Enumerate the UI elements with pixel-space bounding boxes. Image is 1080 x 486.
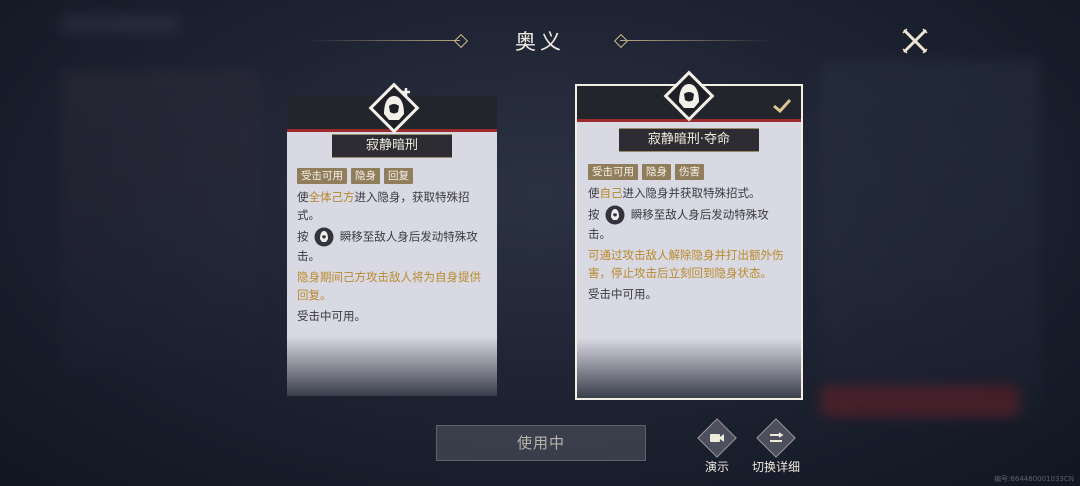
tag: 伤害: [675, 164, 704, 180]
skill-description: 使自己进入隐身并获取特殊招式。 按 瞬移至敌人身后发动特殊攻击。 可通过攻击敌人…: [588, 184, 790, 306]
video-icon: [710, 434, 724, 442]
watermark: 编号:664480001033CN: [994, 475, 1074, 483]
desc-line-3: 隐身期间己方攻击敌人将为自身提供回复。: [297, 270, 481, 302]
close-button[interactable]: [898, 24, 932, 58]
skill-name: 寂静暗刑·夺命: [619, 128, 759, 152]
skill-name: 寂静暗刑: [332, 134, 452, 158]
background-top-left: [60, 14, 180, 34]
desc-text: 进入隐身并获取特殊招式。: [622, 186, 761, 200]
title-line-right: [620, 40, 770, 41]
tag-list: 受击可用 隐身 回复: [297, 168, 413, 184]
hooded-figure-icon: [368, 82, 420, 134]
card-fade: [287, 336, 497, 396]
switch-detail-label: 切换详细: [751, 460, 800, 474]
background-red-bar: [820, 385, 1020, 417]
desc-line-1: 使全体己方进入隐身，获取特殊招式。: [297, 188, 489, 224]
desc-text: 使: [297, 190, 309, 204]
switch-diamond: [756, 418, 796, 458]
page-title: 奥义: [515, 30, 565, 54]
desc-highlight: 全体己方: [308, 190, 355, 204]
desc-text: 按: [588, 207, 600, 222]
desc-line-4: 受击中可用。: [297, 309, 366, 323]
tag-list: 受击可用 隐身 伤害: [588, 164, 704, 180]
background-right-panel: [820, 60, 1040, 420]
tag: 受击可用: [297, 168, 347, 184]
close-icon: [902, 28, 928, 54]
skill-button-icon: [314, 227, 334, 247]
tag: 隐身: [351, 168, 380, 184]
background-left-panel: [60, 70, 260, 370]
demo-diamond: [697, 418, 737, 458]
in-use-button[interactable]: 使用中: [436, 425, 646, 461]
desc-line-4: 受击中可用。: [588, 287, 657, 301]
switch-detail-icon: [770, 432, 784, 442]
desc-highlight: 自己: [599, 186, 623, 200]
skill-button-icon: [605, 205, 625, 225]
desc-line-2: 按 瞬移至敌人身后发动特殊攻击。: [297, 227, 489, 265]
title-row: 奥义: [300, 22, 780, 58]
desc-text: 使: [588, 186, 600, 200]
tag: 隐身: [642, 164, 671, 180]
hooded-figure-icon: [663, 70, 715, 122]
skill-card-right[interactable]: 寂静暗刑·夺命 受击可用 隐身 伤害 使自己进入隐身并获取特殊招式。 按 瞬移至…: [575, 70, 803, 400]
desc-line-3: 可通过攻击敌人解除隐身并打出额外伤害，停止攻击后立刻回到隐身状态。: [588, 248, 784, 280]
switch-detail-button[interactable]: 切换详细: [741, 418, 811, 475]
skill-description: 使全体己方进入隐身，获取特殊招式。 按 瞬移至敌人身后发动特殊攻击。 隐身期间己…: [297, 188, 489, 328]
desc-line-2: 按 瞬移至敌人身后发动特殊攻击。: [588, 205, 790, 243]
desc-text: 按: [297, 229, 309, 244]
check-icon: [773, 98, 792, 114]
tag: 回复: [384, 168, 413, 184]
desc-line-1: 使自己进入隐身并获取特殊招式。: [588, 184, 790, 202]
tag: 受击可用: [588, 164, 638, 180]
card-fade: [577, 338, 801, 398]
skill-card-left[interactable]: 寂静暗刑 受击可用 隐身 回复 使全体己方进入隐身，获取特殊招式。 按 瞬移至敌…: [287, 82, 497, 396]
